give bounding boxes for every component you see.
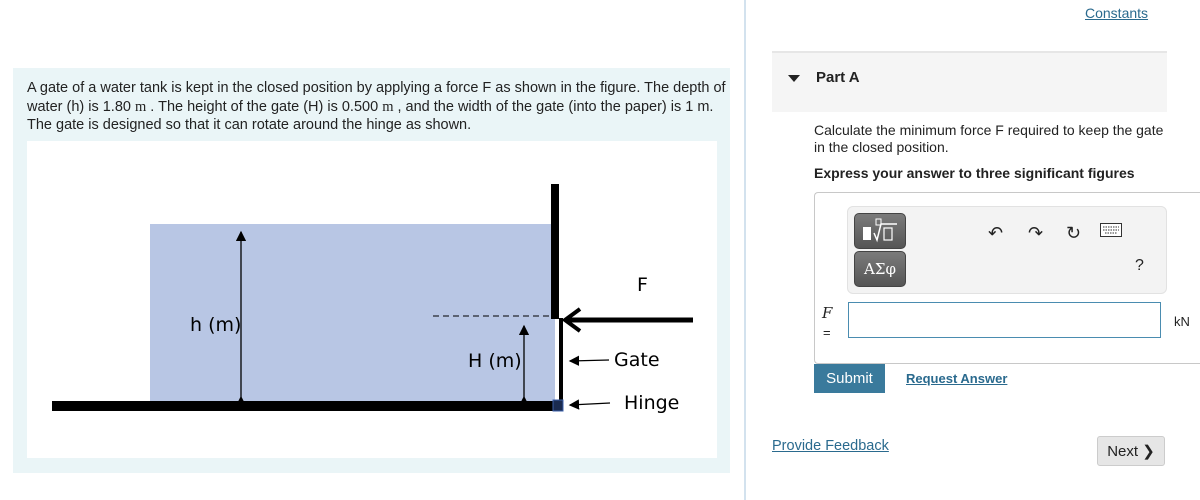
provide-feedback-link[interactable]: Provide Feedback: [772, 438, 889, 454]
request-answer-link[interactable]: Request Answer: [906, 371, 1007, 386]
fraction-root-template-icon[interactable]: [854, 213, 906, 249]
unit-h: m: [135, 98, 147, 115]
submit-button[interactable]: Submit: [814, 364, 885, 393]
label-F: F: [637, 274, 648, 296]
question-text: Calculate the minimum force F required t…: [814, 122, 1164, 155]
gate-figure: h (m) H (m) F Gate Hinge: [27, 141, 717, 458]
gate: [559, 318, 563, 406]
keyboard-icon[interactable]: [1100, 221, 1122, 242]
unit-H: m: [382, 98, 394, 115]
greek-symbols-button[interactable]: ΑΣφ: [854, 251, 906, 287]
problem-statement: A gate of a water tank is kept in the cl…: [27, 79, 727, 135]
panel-divider: [744, 0, 746, 500]
variable-label: F: [822, 304, 833, 322]
next-button[interactable]: Next ❯: [1097, 436, 1165, 466]
caret-down-icon[interactable]: [788, 75, 800, 82]
tank-wall: [551, 184, 559, 319]
reset-icon[interactable]: ↻: [1066, 223, 1081, 244]
part-a-header[interactable]: Part A: [772, 51, 1167, 112]
part-title: Part A: [816, 69, 860, 86]
hinge: [552, 399, 564, 412]
label-h: h (m): [190, 314, 241, 336]
problem-text-2: . The height of the gate (H) is 0.500: [146, 98, 383, 115]
constants-link[interactable]: Constants: [1085, 5, 1148, 21]
math-toolbar: ΑΣφ ↶ ↷ ↻ ?: [847, 206, 1167, 294]
help-button[interactable]: ?: [1135, 257, 1144, 275]
unit-label: kN: [1174, 314, 1190, 329]
gate-pointer-arrow: [568, 355, 610, 366]
label-gate: Gate: [614, 349, 660, 371]
undo-icon[interactable]: ↶: [988, 223, 1003, 244]
gate-diagram: h (m) H (m) F Gate Hinge: [52, 184, 693, 414]
equals-sign: =: [823, 325, 831, 340]
tank-floor: [52, 401, 558, 411]
label-H: H (m): [468, 350, 522, 372]
answer-input[interactable]: [848, 302, 1161, 338]
redo-icon[interactable]: ↷: [1028, 223, 1043, 244]
instruction-text: Express your answer to three significant…: [814, 165, 1135, 181]
hinge-pointer-arrow: [568, 399, 611, 410]
label-hinge: Hinge: [624, 392, 679, 414]
